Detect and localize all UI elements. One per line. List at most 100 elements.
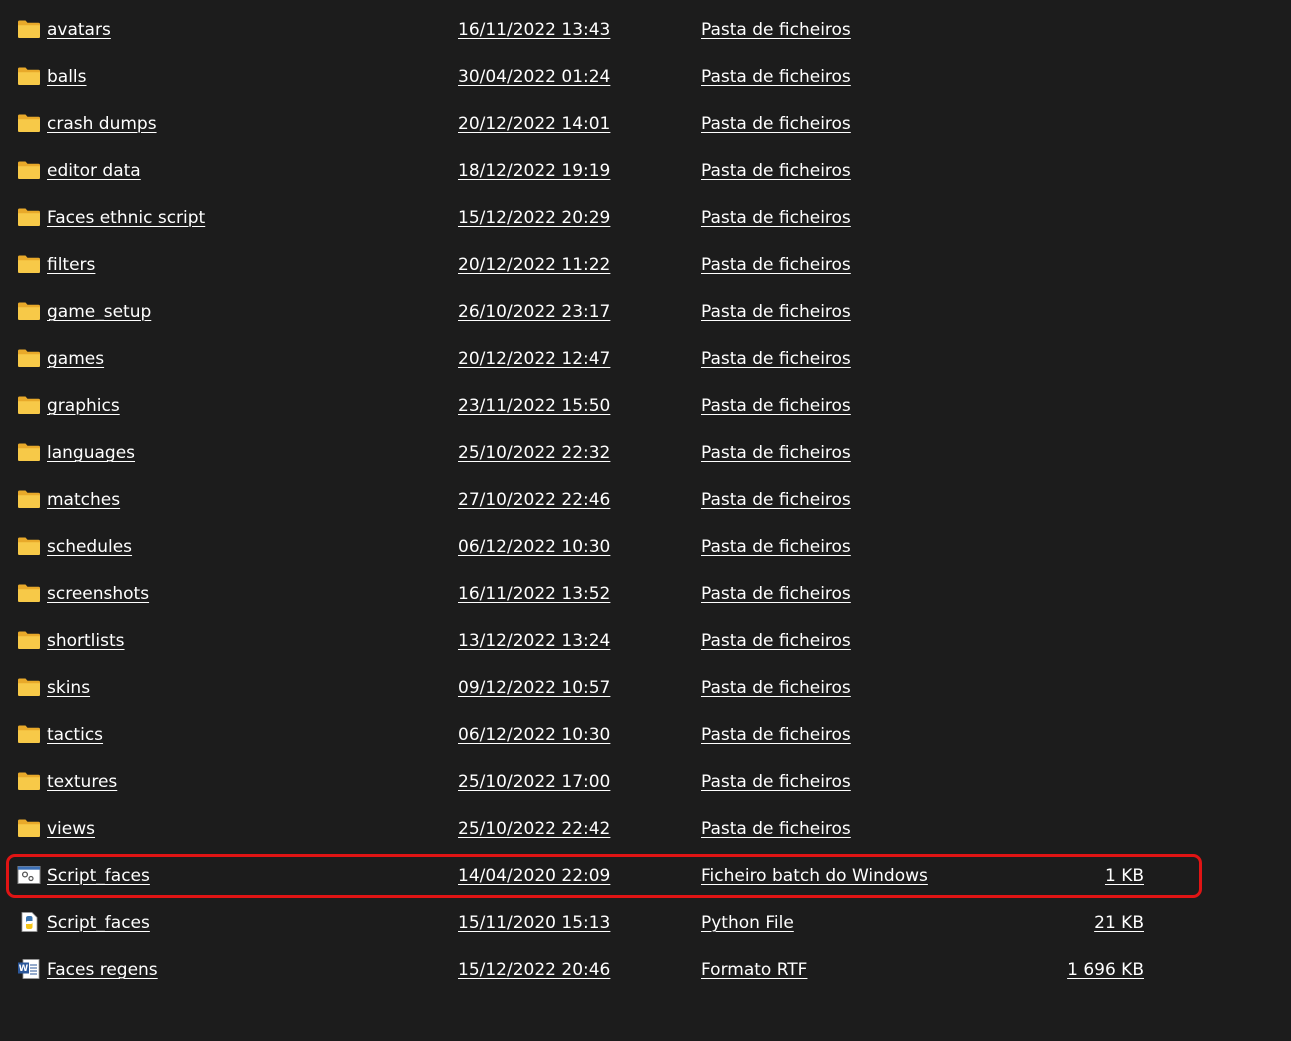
file-type[interactable]: Pasta de ficheiros xyxy=(701,255,851,275)
file-date-modified[interactable]: 15/12/2022 20:46 xyxy=(458,960,610,980)
file-type[interactable]: Pasta de ficheiros xyxy=(701,490,851,510)
file-date-modified[interactable]: 30/04/2022 01:24 xyxy=(458,67,610,87)
file-name-cell: games xyxy=(47,336,104,383)
file-date-modified[interactable]: 27/10/2022 22:46 xyxy=(458,490,610,510)
file-row[interactable]: matches 27/10/2022 22:46 Pasta de ficheiro… xyxy=(0,477,1291,524)
file-row[interactable]: skins 09/12/2022 10:57 Pasta de ficheiros xyxy=(0,665,1291,712)
file-row[interactable]: games 20/12/2022 12:47 Pasta de ficheiros xyxy=(0,336,1291,383)
file-row[interactable]: editor data 18/12/2022 19:19 Pasta de fich… xyxy=(0,148,1291,195)
file-name[interactable]: views xyxy=(47,819,95,839)
file-row[interactable]: screenshots 16/11/2022 13:52 Pasta de fich… xyxy=(0,571,1291,618)
file-date-modified[interactable]: 23/11/2022 15:50 xyxy=(458,396,610,416)
file-date-modified[interactable]: 25/10/2022 22:42 xyxy=(458,819,610,839)
file-row[interactable]: crash dumps 20/12/2022 14:01 Pasta de fich… xyxy=(0,101,1291,148)
file-date-modified-cell: 09/12/2022 10:57 xyxy=(458,665,610,712)
file-name[interactable]: textures xyxy=(47,772,117,792)
file-type[interactable]: Pasta de ficheiros xyxy=(701,819,851,839)
file-row[interactable]: Faces ethnic script 15/12/2022 20:29 Pasta… xyxy=(0,195,1291,242)
file-date-modified[interactable]: 14/04/2020 22:09 xyxy=(458,866,610,886)
file-name[interactable]: games xyxy=(47,349,104,369)
file-date-modified-cell: 14/04/2020 22:09 xyxy=(458,853,610,900)
file-date-modified-cell: 25/10/2022 22:32 xyxy=(458,430,610,477)
file-name[interactable]: Script_faces xyxy=(47,866,150,886)
file-name[interactable]: screenshots xyxy=(47,584,149,604)
file-row[interactable]: game_setup 26/10/2022 23:17 Pasta de fiche… xyxy=(0,289,1291,336)
file-type[interactable]: Pasta de ficheiros xyxy=(701,584,851,604)
file-name[interactable]: balls xyxy=(47,67,87,87)
file-type[interactable]: Pasta de ficheiros xyxy=(701,67,851,87)
file-date-modified[interactable]: 15/11/2020 15:13 xyxy=(458,913,610,933)
file-type[interactable]: Pasta de ficheiros xyxy=(701,396,851,416)
file-date-modified[interactable]: 26/10/2022 23:17 xyxy=(458,302,610,322)
file-type[interactable]: Pasta de ficheiros xyxy=(701,537,851,557)
folder-icon xyxy=(17,724,41,744)
file-name[interactable]: Faces ethnic script xyxy=(47,208,205,228)
file-name[interactable]: skins xyxy=(47,678,90,698)
file-row[interactable]: schedules 06/12/2022 10:30 Pasta de fichei… xyxy=(0,524,1291,571)
file-type[interactable]: Pasta de ficheiros xyxy=(701,161,851,181)
file-date-modified-cell: 20/12/2022 11:22 xyxy=(458,242,610,289)
file-type[interactable]: Pasta de ficheiros xyxy=(701,772,851,792)
file-name[interactable]: shortlists xyxy=(47,631,125,651)
file-date-modified[interactable]: 20/12/2022 12:47 xyxy=(458,349,610,369)
file-row[interactable]: filters 20/12/2022 11:22 Pasta de ficheiro… xyxy=(0,242,1291,289)
file-row[interactable]: Script_faces 14/04/2020 22:09 Ficheiro bat… xyxy=(0,853,1291,900)
file-row[interactable]: Script_faces 15/11/2020 15:13 Python File 2… xyxy=(0,900,1291,947)
file-row[interactable]: views 25/10/2022 22:42 Pasta de ficheiros xyxy=(0,806,1291,853)
file-type[interactable]: Pasta de ficheiros xyxy=(701,443,851,463)
file-date-modified[interactable]: 15/12/2022 20:29 xyxy=(458,208,610,228)
file-date-modified[interactable]: 20/12/2022 14:01 xyxy=(458,114,610,134)
file-type[interactable]: Pasta de ficheiros xyxy=(701,631,851,651)
file-name[interactable]: Faces regens xyxy=(47,960,158,980)
file-type[interactable]: Formato RTF xyxy=(701,960,807,980)
file-row[interactable]: languages 25/10/2022 22:32 Pasta de fichei… xyxy=(0,430,1291,477)
file-row[interactable]: W Faces regens 15/12/2022 20:46 Formato RTF… xyxy=(0,947,1291,994)
file-type[interactable]: Pasta de ficheiros xyxy=(701,208,851,228)
file-type-cell: Pasta de ficheiros xyxy=(701,336,851,383)
file-date-modified-cell: 06/12/2022 10:30 xyxy=(458,524,610,571)
file-date-modified[interactable]: 06/12/2022 10:30 xyxy=(458,725,610,745)
file-name[interactable]: game_setup xyxy=(47,302,151,322)
file-date-modified[interactable]: 13/12/2022 13:24 xyxy=(458,631,610,651)
file-date-modified[interactable]: 18/12/2022 19:19 xyxy=(458,161,610,181)
file-date-modified[interactable]: 25/10/2022 22:32 xyxy=(458,443,610,463)
file-type[interactable]: Pasta de ficheiros xyxy=(701,725,851,745)
file-type[interactable]: Pasta de ficheiros xyxy=(701,302,851,322)
file-name[interactable]: editor data xyxy=(47,161,141,181)
file-type-cell: Pasta de ficheiros xyxy=(701,7,851,54)
file-name[interactable]: Script_faces xyxy=(47,913,150,933)
file-name[interactable]: tactics xyxy=(47,725,103,745)
file-date-modified[interactable]: 16/11/2022 13:52 xyxy=(458,584,610,604)
file-type[interactable]: Pasta de ficheiros xyxy=(701,20,851,40)
folder-icon xyxy=(17,66,41,86)
file-row[interactable]: balls 30/04/2022 01:24 Pasta de ficheiros xyxy=(0,54,1291,101)
file-name[interactable]: filters xyxy=(47,255,95,275)
file-name[interactable]: schedules xyxy=(47,537,132,557)
file-row[interactable]: avatars 16/11/2022 13:43 Pasta de ficheiro… xyxy=(0,7,1291,54)
file-name[interactable]: avatars xyxy=(47,20,111,40)
file-row[interactable]: graphics 23/11/2022 15:50 Pasta de ficheir… xyxy=(0,383,1291,430)
file-size[interactable]: 1 KB xyxy=(1105,866,1144,886)
file-name-cell: languages xyxy=(47,430,135,477)
file-type[interactable]: Python File xyxy=(701,913,794,933)
file-type[interactable]: Pasta de ficheiros xyxy=(701,349,851,369)
file-size[interactable]: 21 KB xyxy=(1094,913,1144,933)
file-type[interactable]: Pasta de ficheiros xyxy=(701,678,851,698)
file-type[interactable]: Pasta de ficheiros xyxy=(701,114,851,134)
file-name[interactable]: matches xyxy=(47,490,120,510)
file-date-modified[interactable]: 25/10/2022 17:00 xyxy=(458,772,610,792)
file-name[interactable]: languages xyxy=(47,443,135,463)
file-name[interactable]: graphics xyxy=(47,396,120,416)
file-date-modified[interactable]: 20/12/2022 11:22 xyxy=(458,255,610,275)
file-date-modified[interactable]: 06/12/2022 10:30 xyxy=(458,537,610,557)
file-name-cell: crash dumps xyxy=(47,101,157,148)
file-row[interactable]: shortlists 13/12/2022 13:24 Pasta de fiche… xyxy=(0,618,1291,665)
folder-icon xyxy=(17,536,41,556)
file-date-modified[interactable]: 09/12/2022 10:57 xyxy=(458,678,610,698)
file-row[interactable]: textures 25/10/2022 17:00 Pasta de ficheir… xyxy=(0,759,1291,806)
file-date-modified[interactable]: 16/11/2022 13:43 xyxy=(458,20,610,40)
file-name[interactable]: crash dumps xyxy=(47,114,157,134)
file-type[interactable]: Ficheiro batch do Windows xyxy=(701,866,928,886)
file-size[interactable]: 1 696 KB xyxy=(1067,960,1144,980)
file-row[interactable]: tactics 06/12/2022 10:30 Pasta de ficheiro… xyxy=(0,712,1291,759)
